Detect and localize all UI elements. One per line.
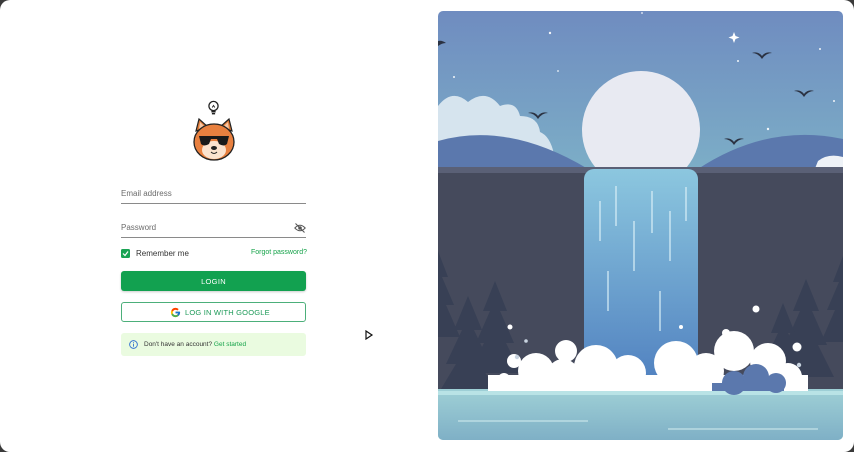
shiba-sunglasses-icon <box>193 117 235 161</box>
remember-row: Remember me Forgot password? <box>121 248 307 260</box>
email-label: Email address <box>121 189 172 198</box>
cursor-icon <box>365 330 374 340</box>
google-button-label: LOG IN WITH GOOGLE <box>185 308 270 317</box>
app-logo <box>187 100 239 162</box>
signup-prompt-text: Don't have an account? <box>144 341 213 348</box>
remember-checkbox[interactable] <box>121 249 130 258</box>
info-icon <box>129 340 138 349</box>
email-field[interactable]: Email address <box>121 186 306 204</box>
waterfall-illustration <box>438 11 843 440</box>
remember-label: Remember me <box>136 249 189 258</box>
lightbulb-icon <box>208 100 219 115</box>
google-icon <box>170 307 181 318</box>
login-button[interactable]: LOGIN <box>121 271 306 291</box>
eye-off-icon[interactable] <box>294 223 306 233</box>
forgot-password-link[interactable]: Forgot password? <box>251 249 307 256</box>
login-page: Email address Password Remember me Forgo… <box>0 0 854 452</box>
signup-info-box: Don't have an account? Get started <box>121 333 306 356</box>
password-field[interactable]: Password <box>121 220 306 238</box>
google-login-button[interactable]: LOG IN WITH GOOGLE <box>121 302 306 322</box>
signup-prompt: Don't have an account? Get started <box>144 341 246 348</box>
get-started-link[interactable]: Get started <box>214 341 246 348</box>
password-label: Password <box>121 223 157 232</box>
